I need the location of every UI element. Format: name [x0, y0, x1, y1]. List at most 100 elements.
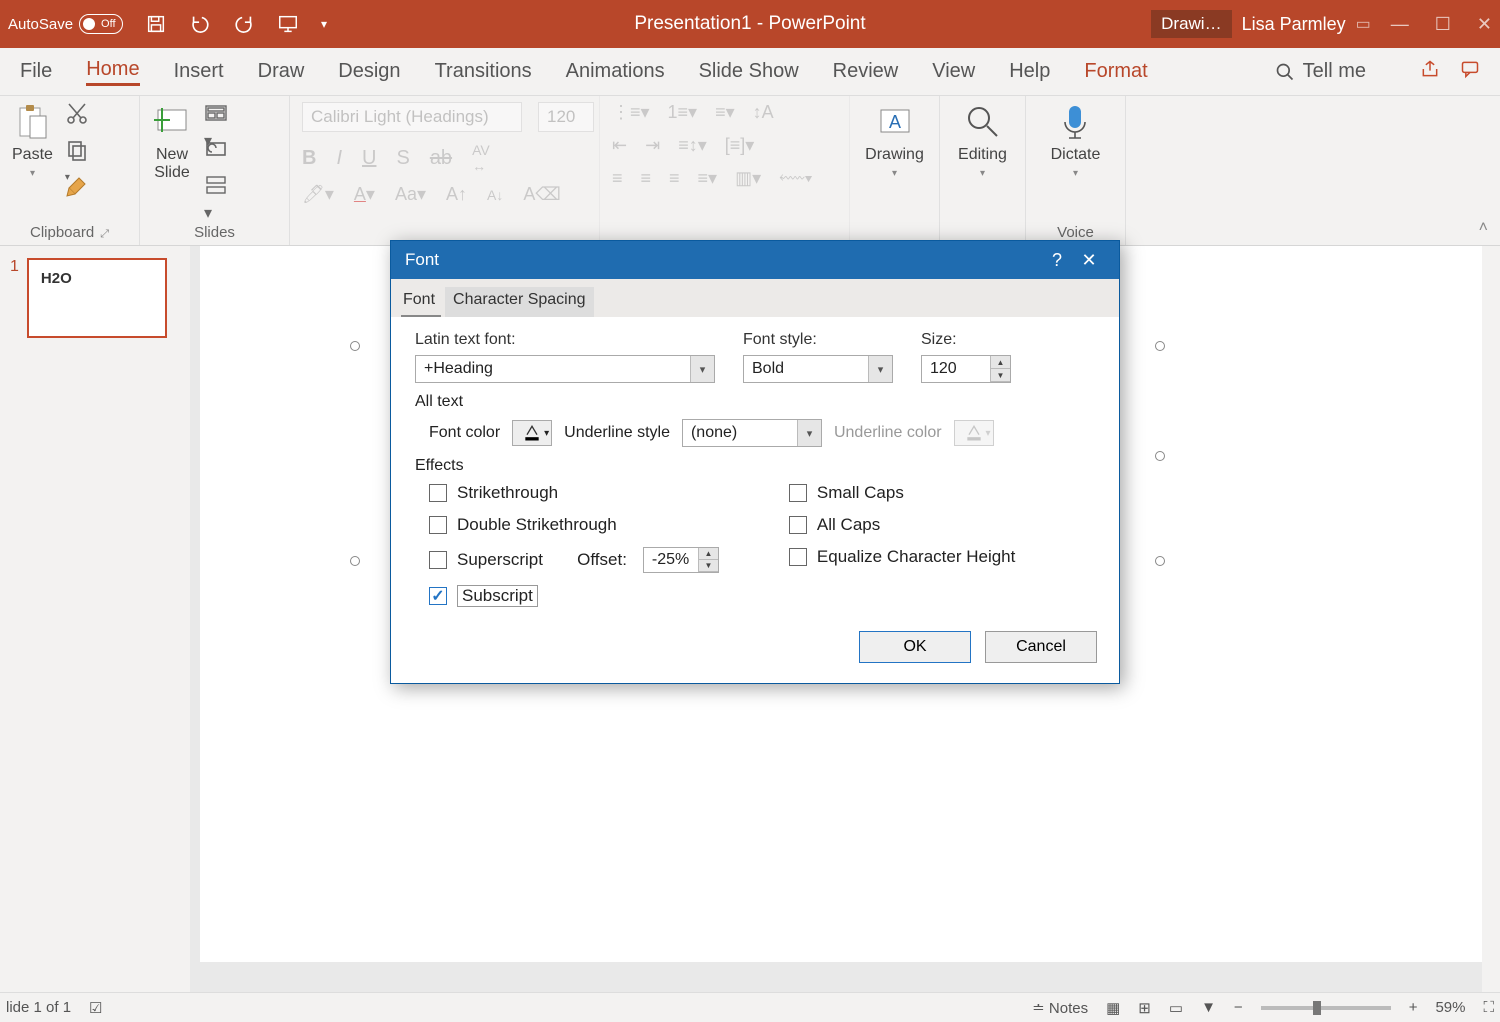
numbering-icon[interactable]: 1≡▾ — [668, 102, 698, 123]
collapse-ribbon-icon[interactable]: ˄ — [1479, 219, 1488, 237]
save-icon[interactable] — [145, 13, 167, 35]
tab-transitions[interactable]: Transitions — [435, 60, 532, 83]
shadow-icon[interactable]: S — [396, 147, 409, 170]
font-color-picker[interactable]: ▾ — [512, 420, 552, 446]
increase-indent-icon[interactable]: ⇥ — [645, 135, 660, 156]
tab-draw[interactable]: Draw — [258, 60, 305, 83]
editing-button[interactable]: Editing ▾ — [952, 102, 1013, 179]
minimize-icon[interactable]: — — [1391, 14, 1409, 35]
format-painter-icon[interactable] — [65, 174, 89, 196]
tab-insert[interactable]: Insert — [174, 60, 224, 83]
strikethrough-checkbox[interactable]: Strikethrough — [429, 483, 719, 503]
align-left-icon[interactable]: ≡ — [612, 168, 623, 189]
slideshow-icon[interactable] — [277, 13, 299, 35]
normal-view-icon[interactable]: ▦ — [1106, 999, 1120, 1017]
slideshow-view-icon[interactable]: ▼ — [1201, 999, 1216, 1016]
autosave-switch[interactable]: Off — [79, 14, 123, 34]
clear-format-icon[interactable]: A⌫ — [523, 184, 560, 205]
ok-button[interactable]: OK — [859, 631, 971, 663]
reading-view-icon[interactable]: ▭ — [1169, 999, 1183, 1017]
dialog-titlebar[interactable]: Font ? ✕ — [391, 241, 1119, 279]
tab-help[interactable]: Help — [1009, 60, 1050, 83]
cancel-button[interactable]: Cancel — [985, 631, 1097, 663]
double-strikethrough-checkbox[interactable]: Double Strikethrough — [429, 515, 719, 535]
zoom-level[interactable]: 59% — [1435, 999, 1465, 1016]
offset-spinner[interactable]: -25% ▲▼ — [643, 547, 719, 573]
font-color-icon[interactable]: A▾ — [354, 184, 375, 205]
tab-view[interactable]: View — [932, 60, 975, 83]
justify-icon[interactable]: ≡▾ — [698, 168, 718, 189]
dialog-close-icon[interactable]: ✕ — [1073, 250, 1105, 271]
maximize-icon[interactable]: ☐ — [1435, 14, 1451, 35]
char-spacing-icon[interactable]: AV↔ — [472, 142, 490, 174]
redo-icon[interactable] — [233, 13, 255, 35]
spinner-up-icon[interactable]: ▲ — [699, 548, 718, 560]
new-slide-button[interactable]: New Slide — [152, 102, 192, 182]
spinner-up-icon[interactable]: ▲ — [991, 356, 1010, 369]
font-style-combo[interactable]: Bold ▾ — [743, 355, 893, 383]
smartart-icon[interactable]: ⬳▾ — [779, 168, 812, 189]
text-direction-icon[interactable]: ↕A — [753, 102, 774, 123]
underline-style-combo[interactable]: (none) ▾ — [682, 419, 822, 447]
autosave-toggle[interactable]: AutoSave Off — [8, 14, 123, 34]
sorter-view-icon[interactable]: ⊞ — [1138, 999, 1151, 1017]
paste-button[interactable]: Paste ▾ — [12, 102, 53, 179]
tab-character-spacing[interactable]: Character Spacing — [445, 287, 594, 317]
underline-icon[interactable]: U — [362, 147, 376, 170]
tab-format[interactable]: Format — [1084, 60, 1147, 83]
font-size-combo[interactable]: 120 — [538, 102, 594, 132]
superscript-checkbox[interactable]: Superscript Offset: -25% ▲▼ — [429, 547, 719, 573]
italic-icon[interactable]: I — [336, 147, 342, 170]
chevron-down-icon[interactable]: ▾ — [690, 356, 714, 382]
strike-icon[interactable]: ab — [430, 147, 452, 170]
selection-handle[interactable] — [1155, 341, 1165, 351]
chevron-down-icon[interactable]: ▾ — [797, 420, 821, 446]
bullets-icon[interactable]: ⋮≡▾ — [612, 102, 650, 123]
notes-button[interactable]: ≐ Notes — [1032, 999, 1088, 1017]
selection-handle[interactable] — [1155, 451, 1165, 461]
selection-handle[interactable] — [1155, 556, 1165, 566]
drawing-tools-context-tab[interactable]: Drawi… — [1151, 10, 1231, 38]
drawing-button[interactable]: A Drawing ▾ — [862, 102, 927, 179]
tab-file[interactable]: File — [20, 60, 52, 83]
zoom-in-icon[interactable]: + — [1409, 999, 1418, 1016]
shrink-font-icon[interactable]: A↓ — [487, 187, 503, 203]
list-level-icon[interactable]: ≡▾ — [715, 102, 735, 123]
spellcheck-icon[interactable]: ☑ — [89, 999, 102, 1017]
align-right-icon[interactable]: ≡ — [669, 168, 680, 189]
tab-font-dialog[interactable]: Font — [401, 287, 441, 317]
close-icon[interactable]: ✕ — [1477, 14, 1492, 35]
slide-thumbnail[interactable]: H2O — [27, 258, 167, 338]
grow-font-icon[interactable]: A↑ — [446, 184, 467, 205]
line-spacing-icon[interactable]: ≡↕▾ — [678, 135, 707, 156]
columns-icon[interactable]: ▥▾ — [735, 168, 761, 189]
zoom-out-icon[interactable]: − — [1234, 999, 1243, 1016]
size-spinner[interactable]: 120 ▲▼ — [921, 355, 1011, 383]
ribbon-display-icon[interactable]: ▭ — [1356, 14, 1371, 34]
tab-review[interactable]: Review — [833, 60, 899, 83]
qat-overflow-icon[interactable]: ▾ — [321, 17, 327, 31]
user-name[interactable]: Lisa Parmley — [1242, 14, 1346, 35]
equalize-checkbox[interactable]: Equalize Character Height — [789, 547, 1015, 567]
clipboard-launcher-icon[interactable]: ⤢ — [100, 228, 109, 240]
selection-handle[interactable] — [350, 556, 360, 566]
copy-icon[interactable]: ▾ — [65, 138, 89, 160]
spinner-down-icon[interactable]: ▼ — [991, 369, 1010, 382]
font-name-combo[interactable]: Calibri Light (Headings) — [302, 102, 522, 132]
dictate-button[interactable]: Dictate ▾ — [1051, 102, 1101, 179]
highlight-icon[interactable]: 🖊▾ — [302, 184, 334, 205]
fit-window-icon[interactable]: ⛶ — [1483, 999, 1494, 1016]
cut-icon[interactable] — [65, 102, 89, 124]
tab-design[interactable]: Design — [338, 60, 400, 83]
vertical-scrollbar[interactable] — [1482, 246, 1500, 992]
comments-icon[interactable] — [1460, 59, 1480, 85]
tab-slideshow[interactable]: Slide Show — [699, 60, 799, 83]
layout-icon[interactable]: ▾ — [204, 102, 228, 124]
tab-home[interactable]: Home — [86, 58, 139, 86]
align-text-icon[interactable]: [≡]▾ — [725, 135, 755, 156]
tell-me-search[interactable]: Tell me — [1275, 60, 1366, 83]
share-icon[interactable] — [1420, 59, 1440, 85]
spinner-down-icon[interactable]: ▼ — [699, 560, 718, 572]
all-caps-checkbox[interactable]: All Caps — [789, 515, 1015, 535]
tab-animations[interactable]: Animations — [566, 60, 665, 83]
